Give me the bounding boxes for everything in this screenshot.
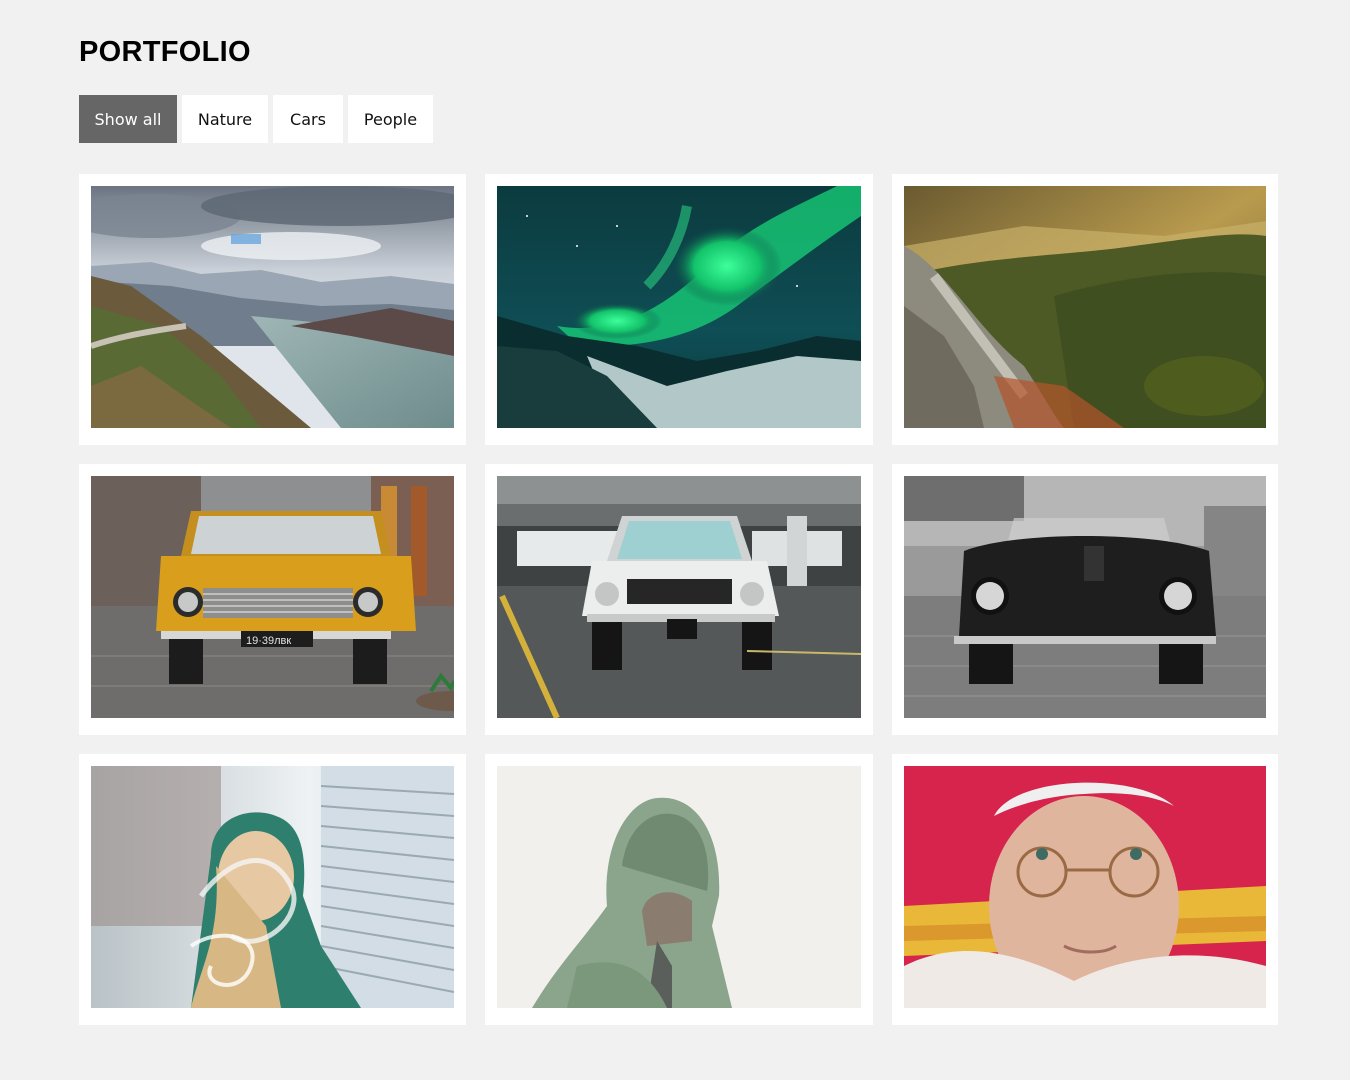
gallery-item-aurora[interactable] [485, 174, 873, 445]
gallery-item-man-hoodie[interactable] [485, 754, 873, 1025]
filter-cars-button[interactable]: Cars [273, 95, 343, 143]
white-muscle-car-image [497, 476, 861, 718]
gallery-item-black-convertible[interactable] [892, 464, 1278, 735]
gallery-item-forest-valley[interactable] [892, 174, 1278, 445]
man-hoodie-image [497, 766, 861, 1008]
filter-bar: Show all Nature Cars People [79, 95, 433, 143]
gallery-item-old-woman[interactable] [892, 754, 1278, 1025]
gallery-grid: 19·39лвк [79, 174, 1278, 1025]
license-plate-text: 19·39лвк [246, 635, 291, 647]
mountain-lake-image [91, 186, 454, 428]
portfolio-page: PORTFOLIO Show all Nature Cars People 19… [0, 0, 1350, 1080]
girl-smoke-image [91, 766, 454, 1008]
aurora-image [497, 186, 861, 428]
gallery-item-mountain-lake[interactable] [79, 174, 466, 445]
yellow-car-image: 19·39лвк [91, 476, 454, 718]
gallery-item-white-muscle-car[interactable] [485, 464, 873, 735]
page-title: PORTFOLIO [79, 36, 251, 68]
old-woman-image [904, 766, 1266, 1008]
black-convertible-image [904, 476, 1266, 718]
gallery-item-girl-smoke[interactable] [79, 754, 466, 1025]
gallery-item-yellow-car[interactable]: 19·39лвк [79, 464, 466, 735]
forest-valley-image [904, 186, 1266, 428]
filter-people-button[interactable]: People [348, 95, 433, 143]
filter-show-all-button[interactable]: Show all [79, 95, 177, 143]
filter-nature-button[interactable]: Nature [182, 95, 268, 143]
